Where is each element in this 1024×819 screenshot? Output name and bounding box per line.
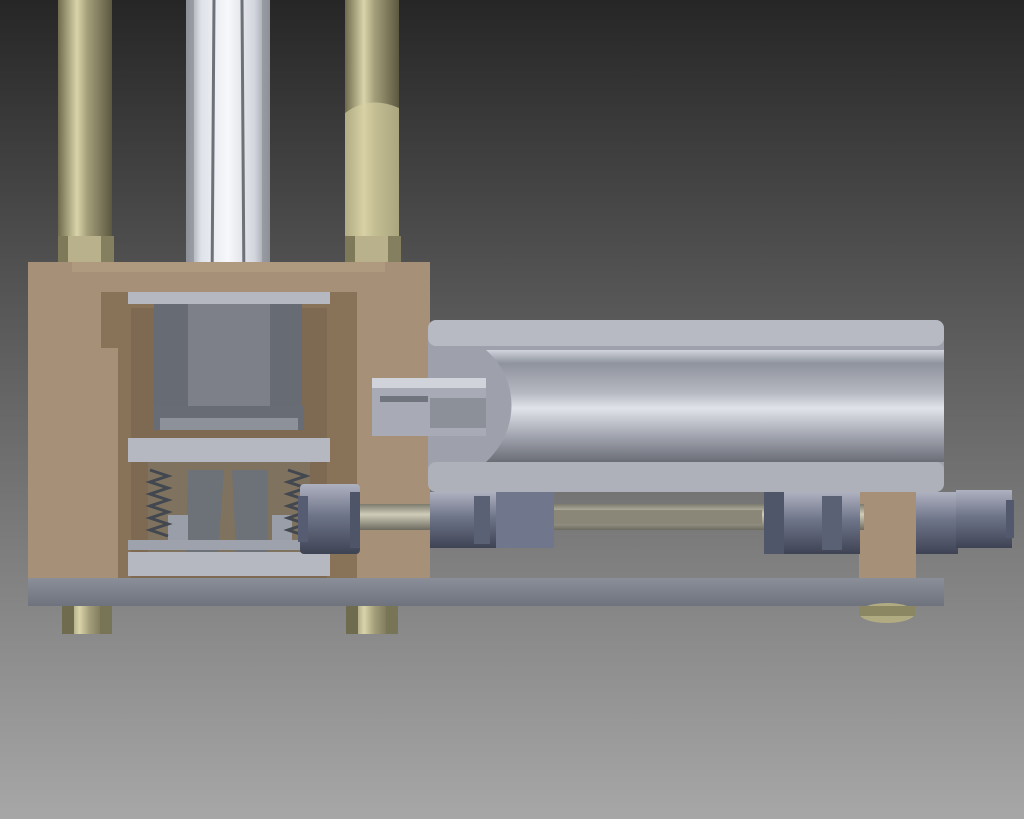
foot-center <box>346 606 398 634</box>
right-support-block <box>859 492 916 578</box>
tie-rod-right <box>345 0 401 262</box>
tie-rod-left <box>58 0 114 262</box>
assembly-cutaway-view <box>0 0 1024 819</box>
fitting-center <box>430 492 554 548</box>
fitting-outlet <box>916 490 1014 554</box>
cad-viewport[interactable] <box>0 0 1024 819</box>
foot-left <box>62 606 112 634</box>
fitting-left <box>298 484 360 554</box>
fitting-right <box>764 492 860 554</box>
right-cylinder-housing <box>372 320 944 492</box>
base-plate <box>28 578 944 606</box>
foot-right <box>859 603 915 623</box>
